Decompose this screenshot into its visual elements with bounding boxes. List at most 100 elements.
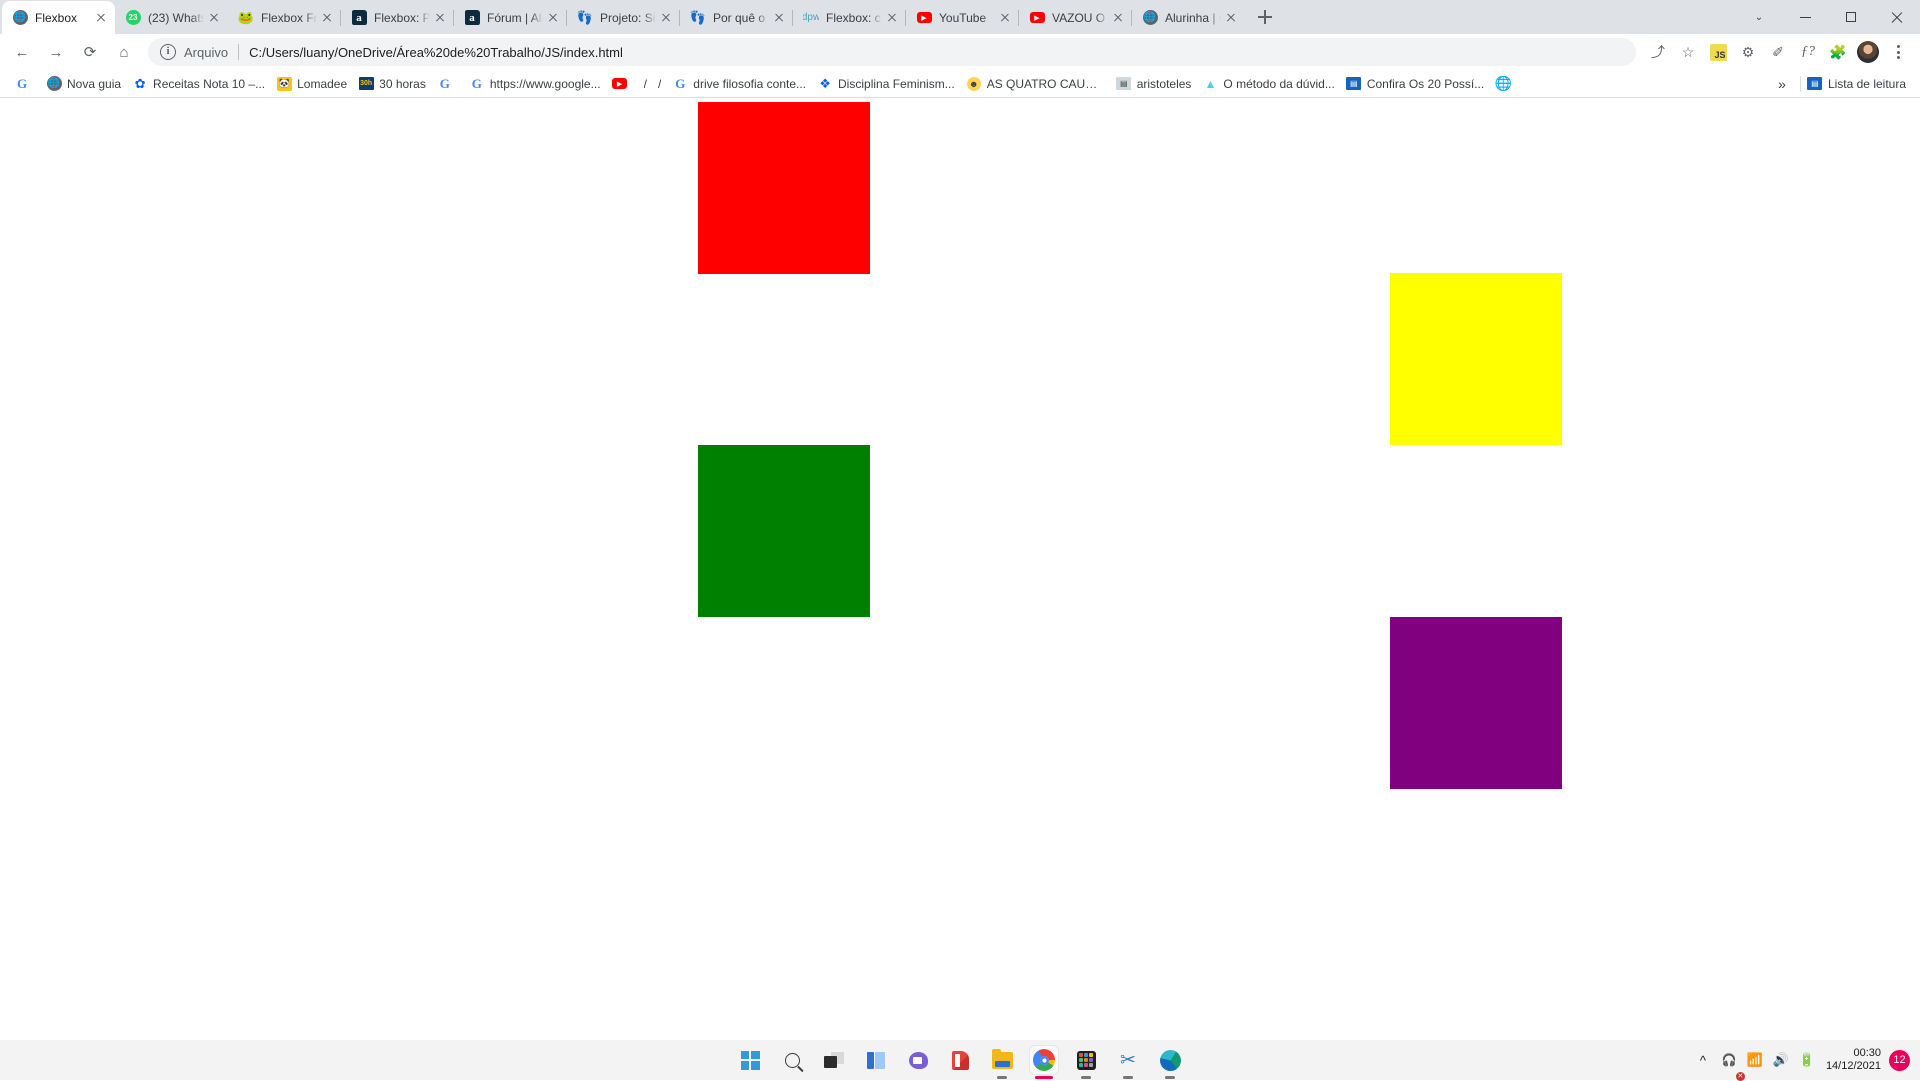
tab-close-icon[interactable] [93, 10, 109, 26]
eyedropper-extension-icon[interactable]: ✐ [1764, 38, 1792, 66]
wifi-icon[interactable]: 📶 [1742, 1040, 1768, 1080]
headset-muted-icon[interactable]: 🎧✕ [1716, 1040, 1742, 1080]
bookmark-label: Confira Os 20 Possí... [1367, 77, 1484, 91]
google-icon: G [437, 76, 453, 92]
tab-close-icon[interactable] [658, 10, 674, 26]
browser-tab-por-que-flex[interactable]: 👣 Por quê o Flex n [680, 1, 793, 34]
widgets-button[interactable] [862, 1046, 890, 1074]
bookmark-google-url[interactable]: G https://www.google... [465, 73, 608, 95]
chrome-menu-icon[interactable] [1884, 38, 1912, 66]
bookmark-label: AS QUATRO CAUSA... [987, 77, 1105, 91]
tab-close-icon[interactable] [206, 10, 222, 26]
share-icon[interactable]: ⤴ [1644, 38, 1672, 66]
teams-chat-button[interactable] [904, 1046, 932, 1074]
bookmark-label: aristoteles [1137, 77, 1192, 91]
app-button[interactable] [1072, 1046, 1100, 1074]
browser-tab-projeto-site[interactable]: 👣 Projeto: Site co [567, 1, 680, 34]
vscode-button[interactable]: ✂ [1114, 1046, 1142, 1074]
google-icon: G [469, 76, 485, 92]
javascript-extension-icon[interactable]: JS [1704, 38, 1732, 66]
taskbar-clock[interactable]: 00:30 14/12/2021 [1820, 1047, 1889, 1073]
address-bar[interactable]: i Arquivo C:/Users/luany/OneDrive/Área%2… [148, 38, 1636, 66]
bookmark-lomadee[interactable]: 🐼 Lomadee [272, 73, 354, 95]
bookmark-dark-globe[interactable]: 🌐 [1491, 73, 1523, 95]
browser-tab-forum-alura[interactable]: a Fórum | Alura - [454, 1, 567, 34]
search-button[interactable] [778, 1046, 806, 1074]
red-box [698, 102, 870, 274]
tab-close-icon[interactable] [1110, 10, 1126, 26]
browser-tab-vazou-grupo[interactable]: ▶ VAZOU O GRUP [1019, 1, 1132, 34]
browser-tab-flexbox[interactable]: 🌐 Flexbox [2, 1, 115, 34]
info-icon[interactable]: i [160, 44, 176, 60]
task-view-button[interactable] [820, 1046, 848, 1074]
home-icon[interactable]: ⌂ [110, 38, 138, 66]
bookmark-as-quatro-causas[interactable]: ☻ AS QUATRO CAUSA... [962, 73, 1112, 95]
bookmark-slash-2[interactable]: / [654, 73, 668, 95]
tab-close-icon[interactable] [319, 10, 335, 26]
bookmarks-overflow-button[interactable]: » [1770, 76, 1794, 92]
bookmark-aristoteles[interactable]: ▤ aristoteles [1112, 73, 1199, 95]
browser-window: 🌐 Flexbox 23 (23) WhatsApp 🐸 Flexbox Fro… [0, 0, 1920, 1040]
volume-icon[interactable]: 🔊 [1768, 1040, 1794, 1080]
tab-title: Por quê o Flex n [713, 10, 769, 26]
bookmark-confira-20-possiveis[interactable]: ▤ Confira Os 20 Possí... [1342, 73, 1491, 95]
tab-close-icon[interactable] [432, 10, 448, 26]
bookmark-30-horas[interactable]: 30h 30 horas [354, 73, 433, 95]
bookmark-label: / [658, 77, 661, 91]
yellow-circle-icon: ☻ [966, 76, 982, 92]
chevron-down-icon[interactable]: ⌄ [1736, 0, 1782, 34]
bookmark-receitas-nota-10[interactable]: ✿ Receitas Nota 10 –... [128, 73, 272, 95]
scheme-label: Arquivo [184, 45, 228, 60]
tab-close-icon[interactable] [545, 10, 561, 26]
extensions-puzzle-icon[interactable]: 🧩 [1824, 38, 1852, 66]
browser-tab-youtube[interactable]: ▶ YouTube [906, 1, 1019, 34]
browser-tab-whatsapp[interactable]: 23 (23) WhatsApp [115, 1, 228, 34]
bookmark-label: https://www.google... [490, 77, 601, 91]
browser-tab-flexbox-como[interactable]: dpw Flexbox: como p [793, 1, 906, 34]
browser-tab-flexbox-froggy[interactable]: 🐸 Flexbox Froggy [228, 1, 341, 34]
battery-icon[interactable]: 🔋 [1794, 1040, 1820, 1080]
tab-title: (23) WhatsApp [148, 10, 204, 26]
back-icon[interactable]: ← [8, 38, 36, 66]
file-explorer-button[interactable] [988, 1046, 1016, 1074]
bookmark-star-icon[interactable]: ☆ [1674, 38, 1702, 66]
chrome-button[interactable] [1030, 1046, 1058, 1074]
close-window-button[interactable] [1874, 0, 1920, 34]
app-icon [1077, 1051, 1096, 1070]
maximize-button[interactable] [1828, 0, 1874, 34]
reading-list-button[interactable]: ▤ Lista de leitura [1807, 76, 1912, 92]
bookmark-google-2[interactable]: G [433, 73, 465, 95]
new-tab-button[interactable] [1251, 3, 1279, 31]
tab-close-icon[interactable] [1223, 10, 1239, 26]
bookmark-youtube[interactable]: ▶ [608, 73, 640, 95]
font-extension-icon[interactable]: ƒ? [1794, 38, 1822, 66]
minimize-button[interactable] [1782, 0, 1828, 34]
windows-taskbar: ✂ ^ 🎧✕ 📶 🔊 🔋 00:30 14/12/2021 12 [0, 1040, 1920, 1080]
chrome-icon [1033, 1049, 1055, 1071]
office-button[interactable] [946, 1046, 974, 1074]
gear-extension-icon[interactable]: ⚙ [1734, 38, 1762, 66]
bookmark-nova-guia[interactable]: 🌐 Nova guia [42, 73, 128, 95]
tab-close-icon[interactable] [771, 10, 787, 26]
profile-avatar[interactable] [1854, 38, 1882, 66]
dev-icon: dpw [803, 10, 819, 26]
tab-close-icon[interactable] [884, 10, 900, 26]
start-button[interactable] [736, 1046, 764, 1074]
bookmark-google[interactable]: G [10, 73, 42, 95]
forward-icon[interactable]: → [42, 38, 70, 66]
bookmark-disciplina-feminismo[interactable]: ❖ Disciplina Feminism... [813, 73, 962, 95]
notification-badge[interactable]: 12 [1889, 1050, 1910, 1071]
edge-button[interactable] [1156, 1046, 1184, 1074]
tray-overflow-icon[interactable]: ^ [1690, 1040, 1716, 1080]
tab-close-icon[interactable] [997, 10, 1013, 26]
globe-icon: 🌐 [12, 10, 28, 26]
bookmark-drive-filosofia[interactable]: G drive filosofia conte... [668, 73, 813, 95]
bookmark-metodo-da-duvida[interactable]: ▲ O método da dúvid... [1198, 73, 1341, 95]
bookmark-slash-1[interactable]: / [640, 73, 654, 95]
browser-tab-flexbox-posicionamento[interactable]: a Flexbox: Posicio [341, 1, 454, 34]
30horas-icon: 30h [358, 76, 374, 92]
youtube-icon: ▶ [1029, 10, 1045, 26]
clock-date: 14/12/2021 [1826, 1060, 1881, 1073]
browser-tab-alurinha[interactable]: 🌐 Alurinha | Curso [1132, 1, 1245, 34]
reload-icon[interactable]: ⟳ [76, 38, 104, 66]
